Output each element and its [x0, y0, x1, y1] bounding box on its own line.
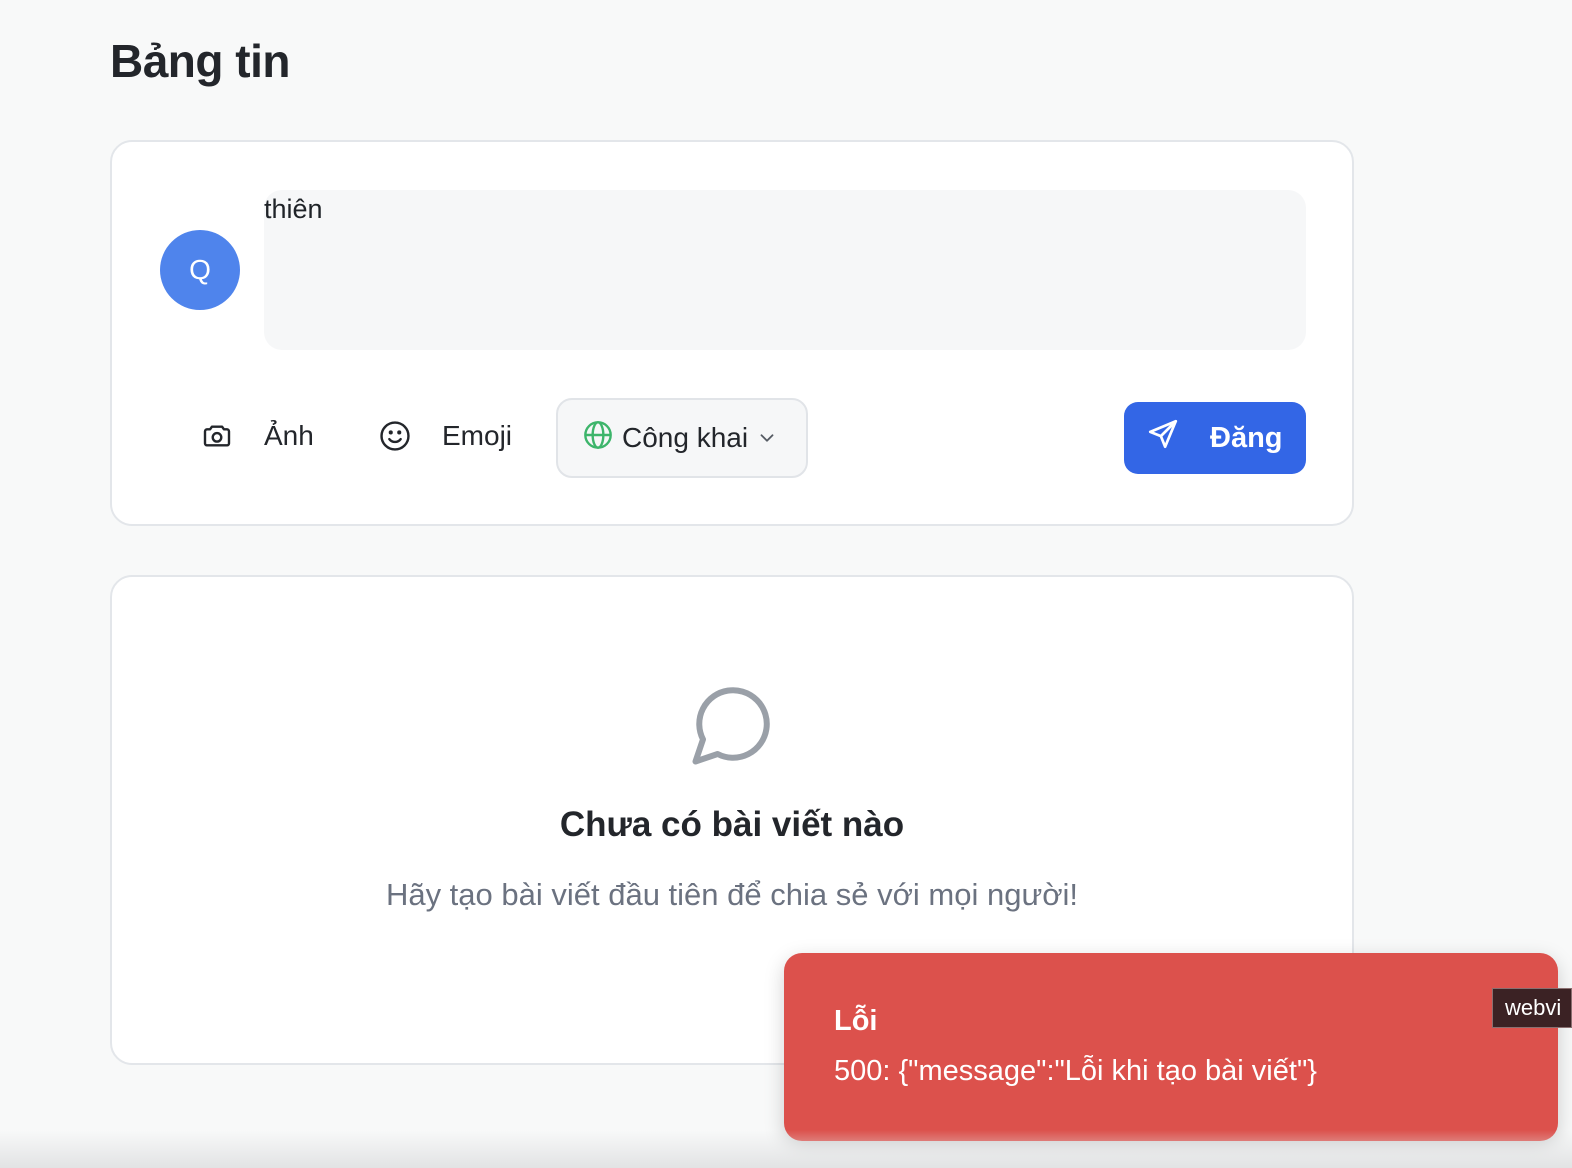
feed-page: Bảng tin Q Ảnh: [0, 0, 1572, 1168]
add-photo-button[interactable]: Ảnh: [200, 400, 314, 472]
avatar-initial: Q: [189, 254, 211, 285]
bottom-shadow: [0, 1130, 1572, 1168]
error-toast-title: Lỗi: [834, 1005, 878, 1037]
emoji-label: Emoji: [442, 420, 513, 451]
page-title: Bảng tin: [110, 35, 290, 87]
submit-post-label: Đăng: [1210, 421, 1283, 454]
error-toast-message: 500: {"message":"Lỗi khi tạo bài viết"}: [834, 1055, 1317, 1087]
avatar: Q: [160, 230, 240, 310]
empty-feed-title: Chưa có bài viết nào: [559, 805, 905, 844]
error-toast[interactable]: Lỗi 500: {"message":"Lỗi khi tạo bài viế…: [784, 953, 1558, 1141]
chat-bubble-icon: [688, 679, 778, 774]
emoji-button[interactable]: Emoji: [378, 400, 512, 472]
smile-icon: [378, 419, 412, 453]
submit-post-button[interactable]: Đăng: [1124, 402, 1306, 474]
add-photo-label: Ảnh: [264, 420, 314, 451]
globe-icon: [582, 419, 614, 458]
post-composer: Q Ảnh Emoji: [110, 140, 1354, 526]
empty-feed-description: Hãy tạo bài viết đầu tiên để chia sẻ với…: [385, 877, 1079, 912]
send-icon: [1146, 417, 1180, 459]
privacy-select[interactable]: Công khai: [556, 398, 808, 478]
post-input[interactable]: [264, 190, 1306, 350]
webview-tooltip: webvi: [1492, 988, 1572, 1028]
chevron-down-icon: [756, 427, 778, 449]
privacy-select-label: Công khai: [622, 422, 749, 453]
camera-icon: [200, 419, 234, 453]
